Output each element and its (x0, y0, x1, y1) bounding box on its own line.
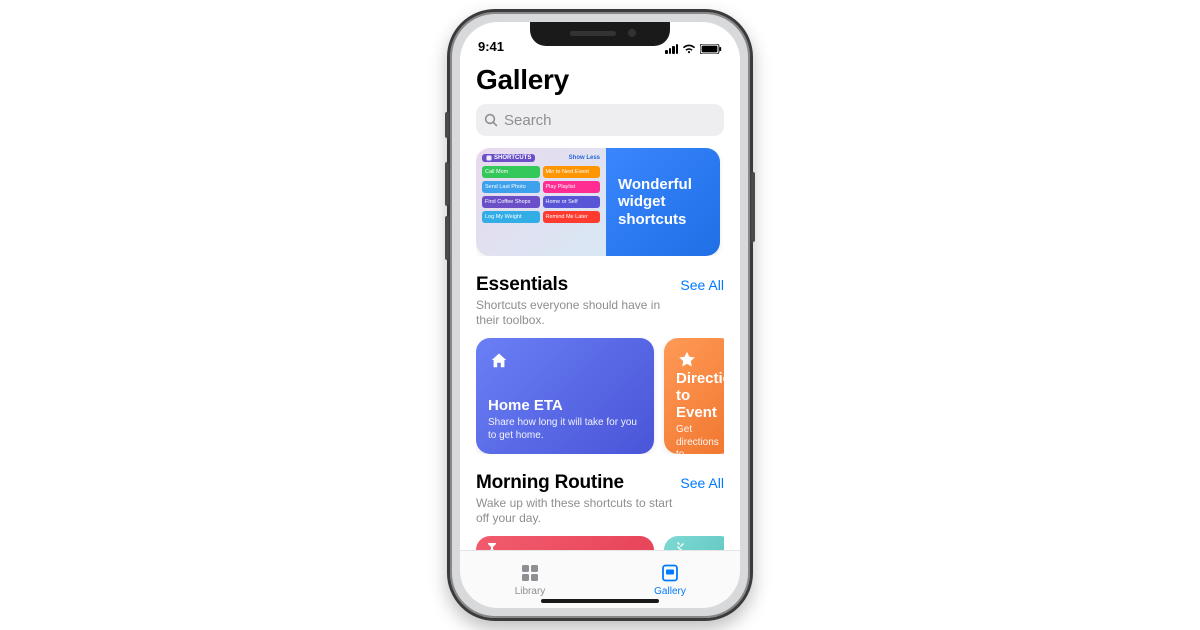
cellular-icon (665, 44, 678, 54)
house-icon (488, 350, 510, 372)
content-scroll[interactable]: Gallery Search SHORTCUTS Show Less (460, 56, 740, 550)
shortcut-desc: Get directions to calendar event. (676, 424, 722, 454)
show-less-link: Show Less (569, 155, 600, 161)
status-time: 9:41 (478, 39, 504, 54)
widget-pill: Log My Weight (482, 211, 540, 223)
shortcut-title: Home ETA (488, 397, 642, 414)
volume-up-button (445, 162, 449, 206)
search-placeholder: Search (504, 112, 552, 129)
power-button (751, 172, 755, 242)
featured-widget-preview: SHORTCUTS Show Less Call MomMin to Next … (476, 148, 606, 256)
featured-card[interactable]: SHORTCUTS Show Less Call MomMin to Next … (476, 148, 720, 256)
section-title: Essentials (476, 274, 568, 296)
star-icon (676, 350, 698, 370)
essentials-carousel[interactable]: Home ETA Share how long it will take for… (476, 338, 724, 454)
widget-pill: Find Coffee Shops (482, 196, 540, 208)
section-essentials: Essentials See All Shortcuts everyone sh… (476, 274, 724, 454)
morning-carousel[interactable] (476, 536, 724, 550)
widget-pill: Home or Self (543, 196, 601, 208)
utensils-icon (674, 542, 686, 550)
widget-pill: Call Mom (482, 166, 540, 178)
gallery-icon (659, 562, 681, 584)
wifi-icon (682, 44, 696, 54)
screen: 9:41 Gallery Search S (460, 22, 740, 608)
widget-pill: Send Last Photo (482, 181, 540, 193)
section-title: Morning Routine (476, 472, 624, 494)
see-all-link[interactable]: See All (680, 277, 724, 293)
shortcut-card[interactable] (664, 536, 724, 550)
shortcut-card-directions-event[interactable]: Directions to Event Get directions to ca… (664, 338, 724, 454)
section-subtitle: Wake up with these shortcuts to start of… (476, 496, 686, 526)
search-input[interactable]: Search (476, 104, 724, 136)
shortcuts-badge: SHORTCUTS (482, 154, 535, 162)
search-icon (484, 113, 498, 127)
notch (530, 22, 670, 46)
widget-pill: Play Playlist (543, 181, 601, 193)
section-morning-routine: Morning Routine See All Wake up with the… (476, 472, 724, 550)
shortcut-desc: Share how long it will take for you to g… (488, 417, 642, 442)
battery-icon (700, 44, 722, 54)
featured-headline: Wonderful widget shortcuts (606, 148, 720, 256)
volume-down-button (445, 216, 449, 260)
library-icon (519, 562, 541, 584)
widget-pill: Min to Next Event (543, 166, 601, 178)
tab-label: Gallery (654, 586, 686, 597)
shortcut-title: Directions to Event (676, 370, 722, 421)
widget-pill: Remind Me Later (543, 211, 601, 223)
featured-carousel[interactable]: SHORTCUTS Show Less Call MomMin to Next … (476, 148, 724, 256)
shortcut-card[interactable] (476, 536, 654, 550)
hourglass-icon (486, 542, 498, 550)
home-indicator[interactable] (541, 599, 659, 603)
tab-label: Library (515, 586, 546, 597)
section-subtitle: Shortcuts everyone should have in their … (476, 298, 686, 328)
shortcut-card-home-eta[interactable]: Home ETA Share how long it will take for… (476, 338, 654, 454)
page-title: Gallery (476, 64, 724, 96)
see-all-link[interactable]: See All (680, 475, 724, 491)
phone-frame: 9:41 Gallery Search S (447, 9, 753, 621)
mute-switch (445, 112, 449, 138)
